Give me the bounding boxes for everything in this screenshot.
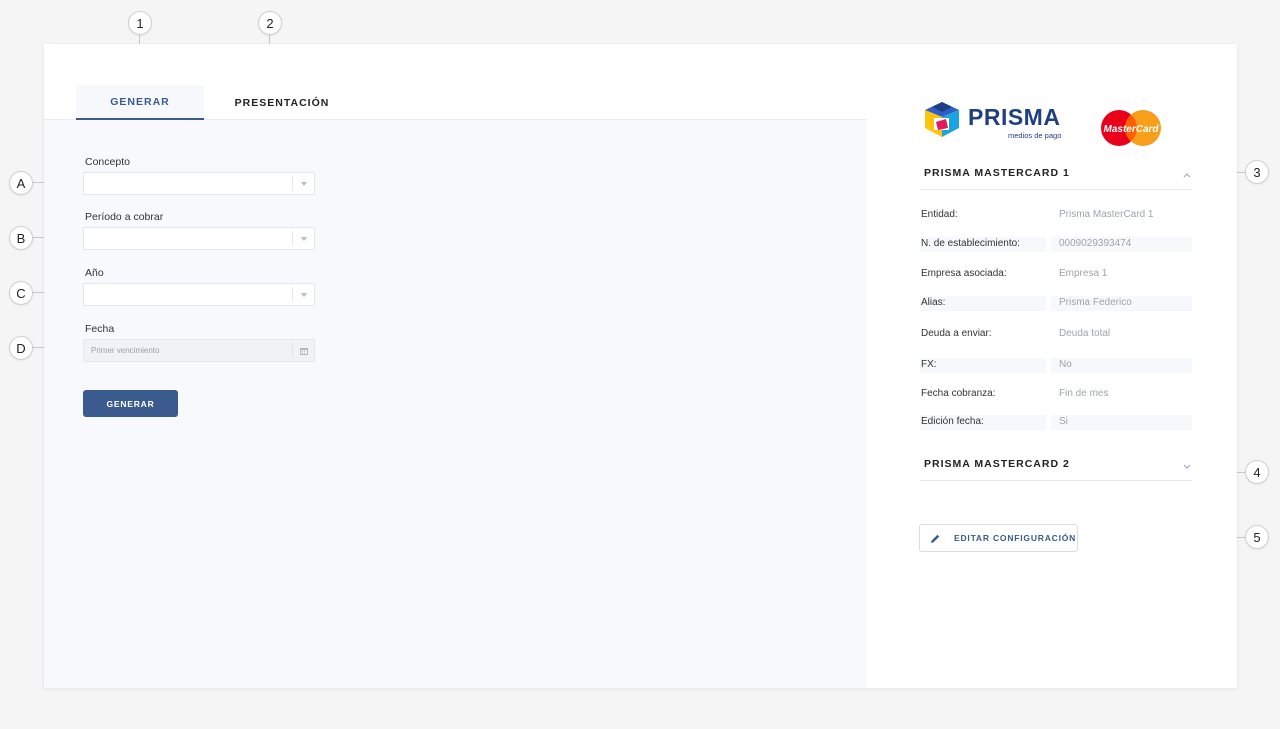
- generate-form: Concepto Período a cobrar Año Fecha Prim…: [44, 120, 867, 688]
- chevron-up-icon: [1182, 167, 1192, 185]
- concepto-label: Concepto: [85, 156, 130, 168]
- detail-row-edicion-fecha: Edición fecha: Si: [920, 415, 1192, 430]
- callout-marker-5: 5: [1245, 525, 1269, 549]
- detail-key: Entidad:: [921, 209, 958, 220]
- callout-marker-b: B: [9, 226, 33, 250]
- detail-key: Fecha cobranza:: [921, 388, 996, 399]
- accordion-1-title: PRISMA MASTERCARD 1: [924, 167, 1070, 179]
- generate-panel: GENERAR PRESENTACIÓN Concepto Período a …: [44, 44, 867, 688]
- detail-row-alias: Alias: Prisma Federico: [920, 296, 1192, 311]
- fecha-input[interactable]: Primer vencimiento: [83, 339, 315, 362]
- prisma-tagline: medios de pago: [1008, 131, 1062, 140]
- detail-row-entidad: Entidad: Prisma MasterCard 1: [920, 208, 1192, 223]
- detail-value: Fin de mes: [1059, 388, 1109, 399]
- calendar-icon[interactable]: [292, 343, 314, 358]
- callout-marker-4: 4: [1245, 460, 1269, 484]
- detail-value: Prisma MasterCard 1: [1059, 209, 1154, 220]
- callout-marker-c: C: [9, 281, 33, 305]
- prisma-logo-icon: [925, 102, 959, 137]
- callout-marker-a: A: [9, 171, 33, 195]
- prisma-logo: PRISMA medios de pago: [922, 100, 1061, 145]
- mastercard-logo-text: MasterCard: [1103, 124, 1159, 135]
- periodo-label: Período a cobrar: [85, 211, 164, 223]
- edit-configuration-button[interactable]: EDITAR CONFIGURACIÓN: [919, 524, 1078, 552]
- detail-value: Empresa 1: [1059, 268, 1108, 279]
- detail-key: FX:: [921, 359, 937, 370]
- accordion-2-title: PRISMA MASTERCARD 2: [924, 458, 1070, 470]
- detail-row-deuda: Deuda a enviar: Deuda total: [920, 327, 1192, 342]
- callout-marker-d: D: [9, 336, 33, 360]
- tab-bar: GENERAR PRESENTACIÓN: [44, 44, 867, 120]
- chevron-down-icon: [292, 287, 314, 302]
- tab-generar[interactable]: GENERAR: [76, 85, 204, 120]
- detail-row-establecimiento: N. de establecimiento: 0009029393474: [920, 237, 1192, 252]
- detail-row-fecha-cobranza: Fecha cobranza: Fin de mes: [920, 387, 1192, 402]
- detail-value: 0009029393474: [1059, 238, 1132, 249]
- periodo-select[interactable]: [83, 227, 315, 250]
- anio-select[interactable]: [83, 283, 315, 306]
- detail-key: Alias:: [921, 297, 946, 308]
- detail-key: N. de establecimiento:: [921, 238, 1020, 249]
- config-sidebar: PRISMA medios de pago MasterCard PRISMA …: [868, 44, 1237, 688]
- prisma-brand-name: PRISMA: [968, 104, 1061, 130]
- detail-value: Deuda total: [1059, 328, 1111, 339]
- detail-value: Si: [1059, 416, 1068, 427]
- callout-marker-1: 1: [128, 11, 152, 35]
- chevron-down-icon: [1182, 458, 1192, 476]
- fecha-placeholder: Primer vencimiento: [91, 346, 160, 355]
- detail-value: Prisma Federico: [1059, 297, 1132, 308]
- anio-label: Año: [85, 267, 104, 279]
- chevron-down-icon: [292, 231, 314, 246]
- tab-presentacion[interactable]: PRESENTACIÓN: [228, 85, 336, 120]
- generate-button[interactable]: GENERAR: [83, 390, 178, 417]
- detail-value: No: [1059, 359, 1072, 370]
- detail-key: Edición fecha:: [921, 416, 984, 427]
- accordion-prisma-mastercard-2[interactable]: PRISMA MASTERCARD 2: [920, 455, 1192, 481]
- detail-row-fx: FX: No: [920, 358, 1192, 373]
- edit-configuration-label: EDITAR CONFIGURACIÓN: [954, 533, 1077, 543]
- main-card: GENERAR PRESENTACIÓN Concepto Período a …: [44, 44, 1237, 688]
- pencil-icon: [929, 532, 941, 550]
- detail-key: Empresa asociada:: [921, 268, 1007, 279]
- fecha-label: Fecha: [85, 323, 115, 335]
- detail-key: Deuda a enviar:: [921, 328, 992, 339]
- callout-marker-2: 2: [258, 11, 282, 35]
- accordion-prisma-mastercard-1[interactable]: PRISMA MASTERCARD 1: [920, 164, 1192, 190]
- concepto-select[interactable]: [83, 172, 315, 195]
- detail-row-empresa: Empresa asociada: Empresa 1: [920, 267, 1192, 282]
- mastercard-logo: MasterCard: [1100, 109, 1162, 152]
- callout-marker-3: 3: [1245, 160, 1269, 184]
- chevron-down-icon: [292, 176, 314, 191]
